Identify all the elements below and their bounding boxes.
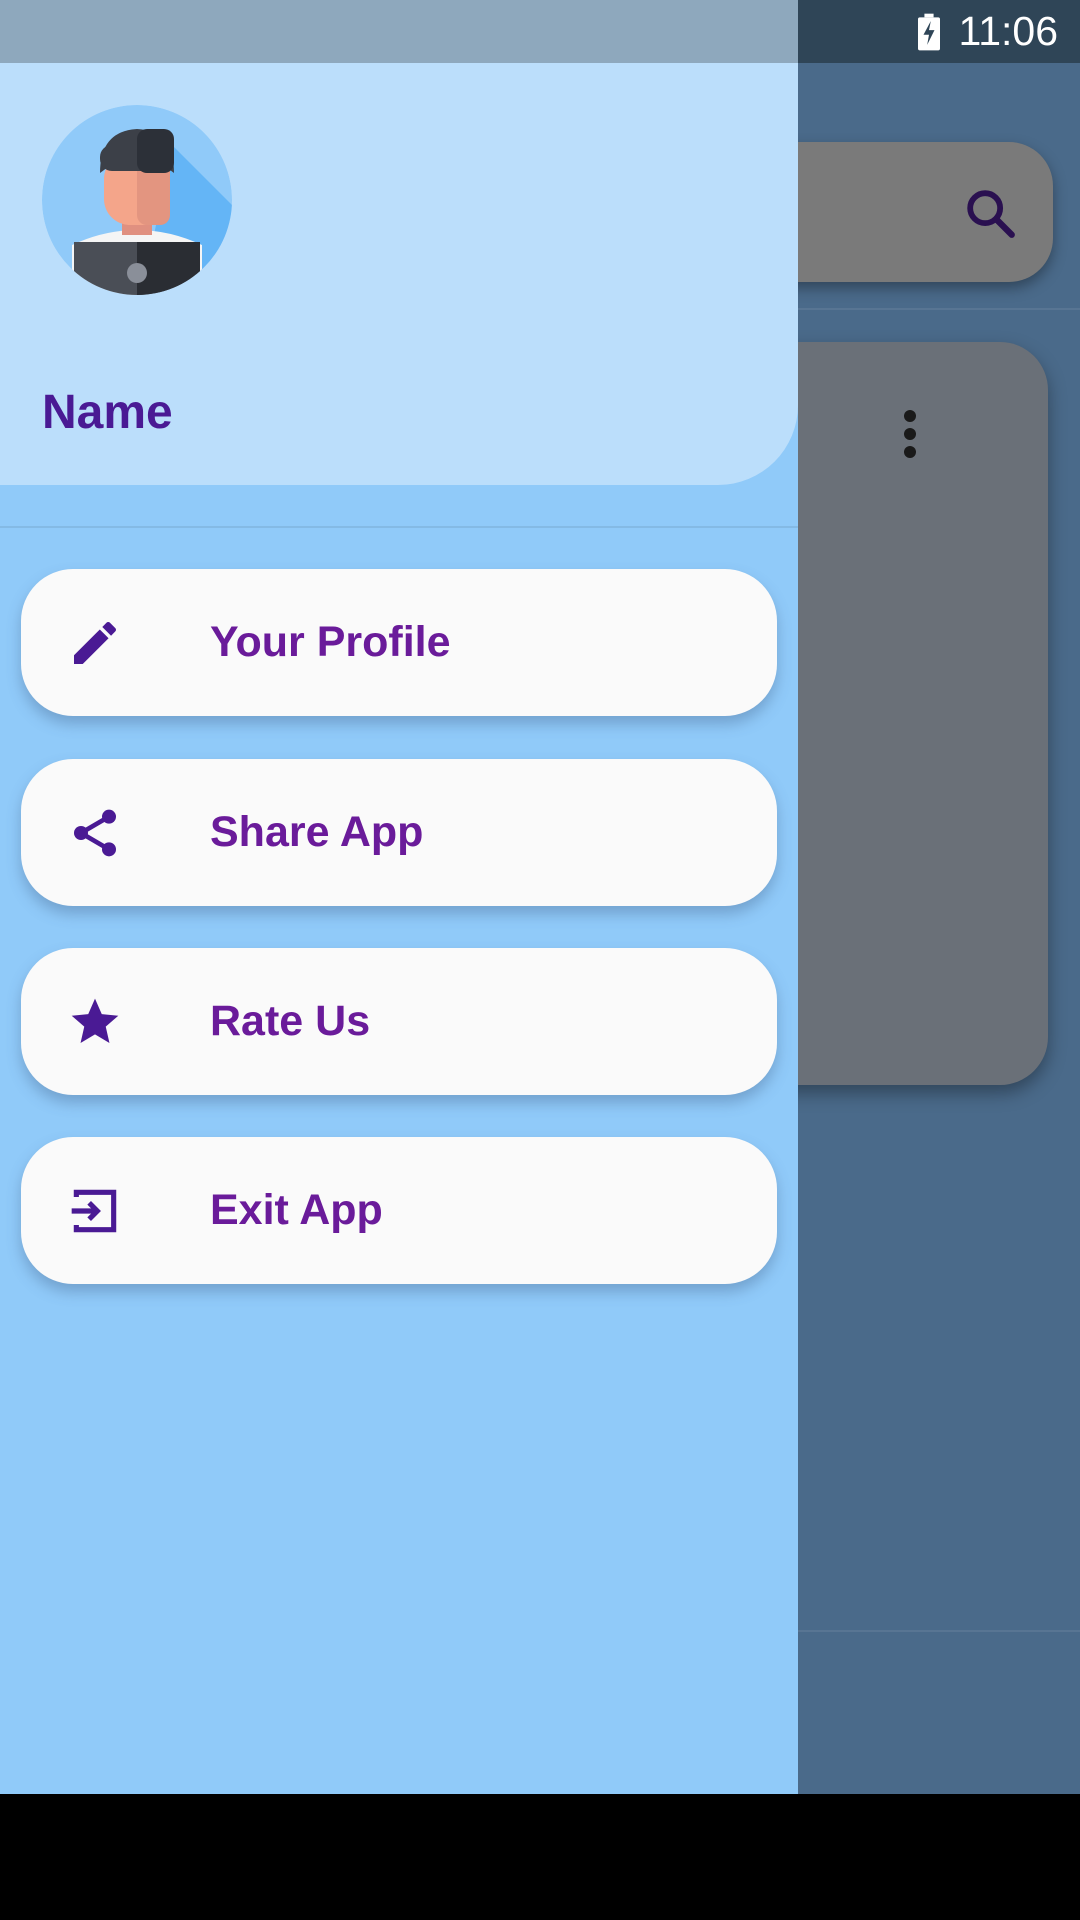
battery-charging-icon: [918, 13, 941, 50]
more-vert-icon: [904, 410, 916, 458]
drawer-divider: [0, 526, 798, 528]
menu-item-exit-app[interactable]: Exit App: [21, 1137, 777, 1284]
menu-item-your-profile[interactable]: Your Profile: [21, 569, 777, 716]
exit-icon: [65, 1181, 125, 1241]
menu-item-label: Share App: [210, 808, 424, 856]
screen: 11:06 Name Your Profile Share App Rate U…: [0, 0, 1080, 1920]
user-avatar-icon[interactable]: [42, 105, 232, 295]
menu-item-label: Exit App: [210, 1186, 383, 1234]
drawer-header: Name: [0, 63, 798, 485]
menu-item-share-app[interactable]: Share App: [21, 759, 777, 906]
star-icon: [65, 992, 125, 1052]
status-bar-drawer-overlay: [0, 0, 798, 63]
menu-item-rate-us[interactable]: Rate Us: [21, 948, 777, 1095]
system-navigation-bar: [0, 1794, 1080, 1920]
search-icon: [967, 190, 1015, 238]
menu-item-label: Rate Us: [210, 997, 371, 1045]
edit-pencil-icon: [65, 613, 125, 673]
menu-item-label: Your Profile: [210, 618, 451, 666]
share-icon: [65, 803, 125, 863]
user-name: Name: [42, 386, 173, 439]
status-time: 11:06: [958, 8, 1058, 54]
navigation-drawer[interactable]: Name Your Profile Share App Rate Us Exit…: [0, 63, 798, 1794]
status-right: 11:06: [918, 0, 1058, 63]
